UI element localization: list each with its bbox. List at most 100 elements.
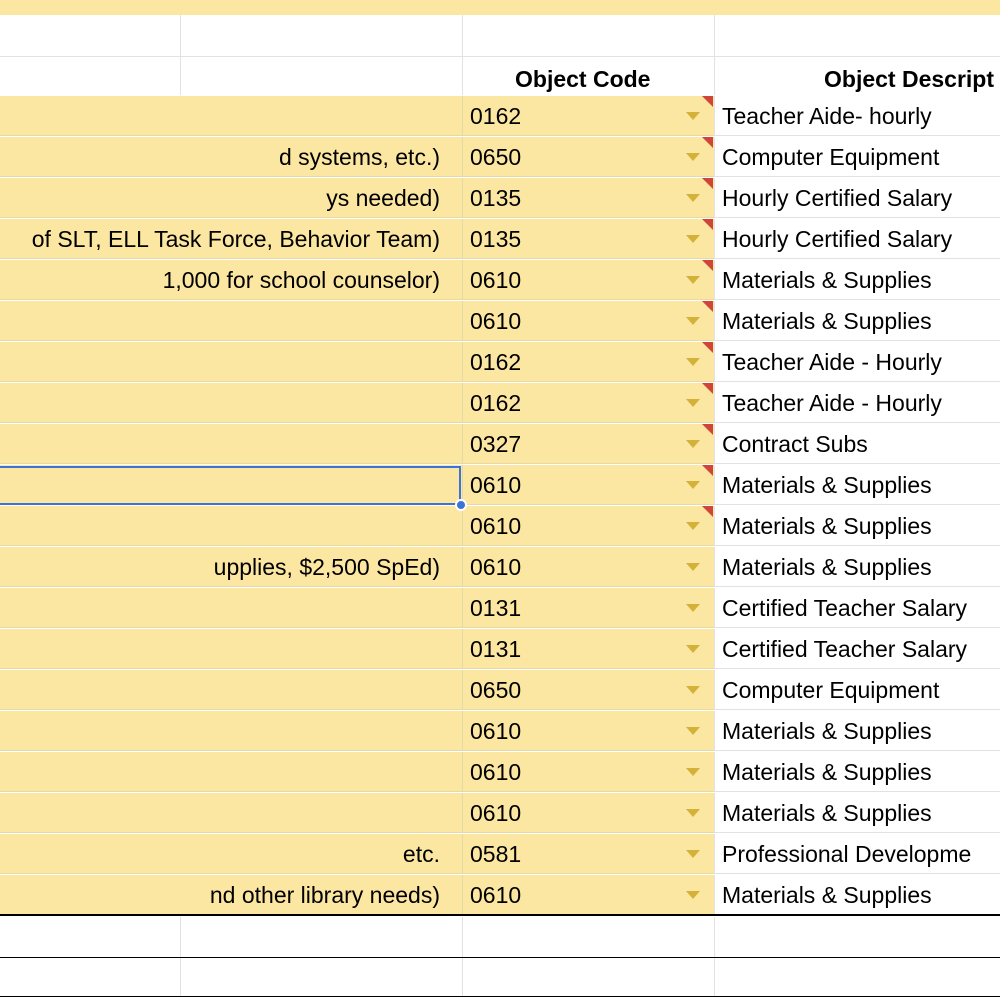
- description-cell[interactable]: [0, 752, 462, 792]
- object-description-cell[interactable]: Materials & Supplies: [714, 260, 1000, 300]
- selected-cell-border: [0, 466, 461, 505]
- description-cell[interactable]: [0, 711, 462, 751]
- object-code-cell[interactable]: 0581: [462, 834, 714, 874]
- dropdown-arrow-icon[interactable]: [686, 563, 700, 571]
- object-description-cell[interactable]: Hourly Certified Salary: [714, 178, 1000, 218]
- object-description-cell[interactable]: Materials & Supplies: [714, 465, 1000, 505]
- comment-indicator-icon[interactable]: [702, 342, 713, 353]
- object-code-cell[interactable]: 0610: [462, 752, 714, 792]
- object-code-cell[interactable]: 0610: [462, 301, 714, 341]
- description-cell[interactable]: 1,000 for school counselor): [0, 260, 462, 300]
- header-object-description[interactable]: Object Descript: [824, 58, 994, 96]
- comment-indicator-icon[interactable]: [702, 301, 713, 312]
- header-object-code[interactable]: Object Code: [515, 58, 650, 96]
- highlighted-row-band: [0, 0, 1000, 15]
- dropdown-arrow-icon[interactable]: [686, 727, 700, 735]
- object-description-cell[interactable]: Computer Equipment: [714, 670, 1000, 710]
- table-row: 0162 Teacher Aide - Hourly: [0, 342, 1000, 383]
- dropdown-arrow-icon[interactable]: [686, 645, 700, 653]
- object-description-cell[interactable]: Contract Subs: [714, 424, 1000, 464]
- object-description-cell[interactable]: Professional Developme: [714, 834, 1000, 874]
- dropdown-arrow-icon[interactable]: [686, 276, 700, 284]
- dropdown-arrow-icon[interactable]: [686, 440, 700, 448]
- dropdown-arrow-icon[interactable]: [686, 768, 700, 776]
- dropdown-arrow-icon[interactable]: [686, 153, 700, 161]
- object-description-cell[interactable]: Materials & Supplies: [714, 711, 1000, 751]
- object-code-cell[interactable]: 0135: [462, 219, 714, 259]
- description-cell[interactable]: etc.: [0, 834, 462, 874]
- object-code-cell[interactable]: 0610: [462, 260, 714, 300]
- object-code-cell[interactable]: 0650: [462, 670, 714, 710]
- dropdown-arrow-icon[interactable]: [686, 112, 700, 120]
- object-description-cell[interactable]: Certified Teacher Salary: [714, 629, 1000, 669]
- description-cell[interactable]: [0, 383, 462, 423]
- object-code-cell[interactable]: 0610: [462, 547, 714, 587]
- comment-indicator-icon[interactable]: [702, 178, 713, 189]
- description-cell[interactable]: nd other library needs): [0, 875, 462, 915]
- object-description-cell[interactable]: Hourly Certified Salary: [714, 219, 1000, 259]
- dropdown-arrow-icon[interactable]: [686, 194, 700, 202]
- object-code-cell[interactable]: 0327: [462, 424, 714, 464]
- object-code-cell[interactable]: 0610: [462, 875, 714, 915]
- dropdown-arrow-icon[interactable]: [686, 481, 700, 489]
- comment-indicator-icon[interactable]: [702, 219, 713, 230]
- description-cell[interactable]: [0, 629, 462, 669]
- fill-handle[interactable]: [455, 499, 467, 511]
- dropdown-arrow-icon[interactable]: [686, 891, 700, 899]
- object-code-cell[interactable]: 0162: [462, 342, 714, 382]
- object-code-cell[interactable]: 0610: [462, 506, 714, 546]
- table-row: nd other library needs) 0610 Materials & S…: [0, 875, 1000, 916]
- object-description-cell[interactable]: Materials & Supplies: [714, 875, 1000, 915]
- table-row: 1,000 for school counselor) 0610 Materials…: [0, 260, 1000, 301]
- description-cell[interactable]: [0, 793, 462, 833]
- object-description-cell[interactable]: Certified Teacher Salary: [714, 588, 1000, 628]
- object-code-cell[interactable]: 0162: [462, 383, 714, 423]
- object-code-cell[interactable]: 0610: [462, 793, 714, 833]
- dropdown-arrow-icon[interactable]: [686, 850, 700, 858]
- object-code-cell[interactable]: 0610: [462, 465, 714, 505]
- description-cell[interactable]: upplies, $2,500 SpEd): [0, 547, 462, 587]
- dropdown-arrow-icon[interactable]: [686, 235, 700, 243]
- description-cell[interactable]: [0, 342, 462, 382]
- object-description-cell[interactable]: Materials & Supplies: [714, 752, 1000, 792]
- comment-indicator-icon[interactable]: [702, 424, 713, 435]
- dropdown-arrow-icon[interactable]: [686, 317, 700, 325]
- comment-indicator-icon[interactable]: [702, 137, 713, 148]
- object-description-cell[interactable]: Materials & Supplies: [714, 301, 1000, 341]
- description-cell[interactable]: of SLT, ELL Task Force, Behavior Team): [0, 219, 462, 259]
- description-cell[interactable]: [0, 96, 462, 136]
- dropdown-arrow-icon[interactable]: [686, 522, 700, 530]
- object-description-cell[interactable]: Teacher Aide - Hourly: [714, 342, 1000, 382]
- description-cell[interactable]: d systems, etc.): [0, 137, 462, 177]
- description-cell[interactable]: [0, 506, 462, 546]
- object-description-cell[interactable]: Computer Equipment: [714, 137, 1000, 177]
- object-code-cell[interactable]: 0162: [462, 96, 714, 136]
- table-row: 0610 Materials & Supplies: [0, 711, 1000, 752]
- object-description-cell[interactable]: Teacher Aide - Hourly: [714, 383, 1000, 423]
- comment-indicator-icon[interactable]: [702, 260, 713, 271]
- object-description-cell[interactable]: Materials & Supplies: [714, 793, 1000, 833]
- object-code-cell[interactable]: 0610: [462, 711, 714, 751]
- dropdown-arrow-icon[interactable]: [686, 686, 700, 694]
- comment-indicator-icon[interactable]: [702, 96, 713, 107]
- object-code-cell[interactable]: 0131: [462, 588, 714, 628]
- object-code-cell[interactable]: 0650: [462, 137, 714, 177]
- description-cell[interactable]: ys needed): [0, 178, 462, 218]
- object-code-cell[interactable]: 0131: [462, 629, 714, 669]
- comment-indicator-icon[interactable]: [702, 465, 713, 476]
- description-cell[interactable]: [0, 424, 462, 464]
- dropdown-arrow-icon[interactable]: [686, 809, 700, 817]
- dropdown-arrow-icon[interactable]: [686, 399, 700, 407]
- object-description-cell[interactable]: Teacher Aide- hourly: [714, 96, 1000, 136]
- description-cell[interactable]: [0, 301, 462, 341]
- object-code-cell[interactable]: 0135: [462, 178, 714, 218]
- comment-indicator-icon[interactable]: [702, 506, 713, 517]
- dropdown-arrow-icon[interactable]: [686, 358, 700, 366]
- object-description-cell[interactable]: Materials & Supplies: [714, 547, 1000, 587]
- description-cell[interactable]: [0, 670, 462, 710]
- comment-indicator-icon[interactable]: [702, 383, 713, 394]
- dropdown-arrow-icon[interactable]: [686, 604, 700, 612]
- description-cell[interactable]: [0, 588, 462, 628]
- object-description-cell[interactable]: Materials & Supplies: [714, 506, 1000, 546]
- row-divider: [0, 56, 1000, 57]
